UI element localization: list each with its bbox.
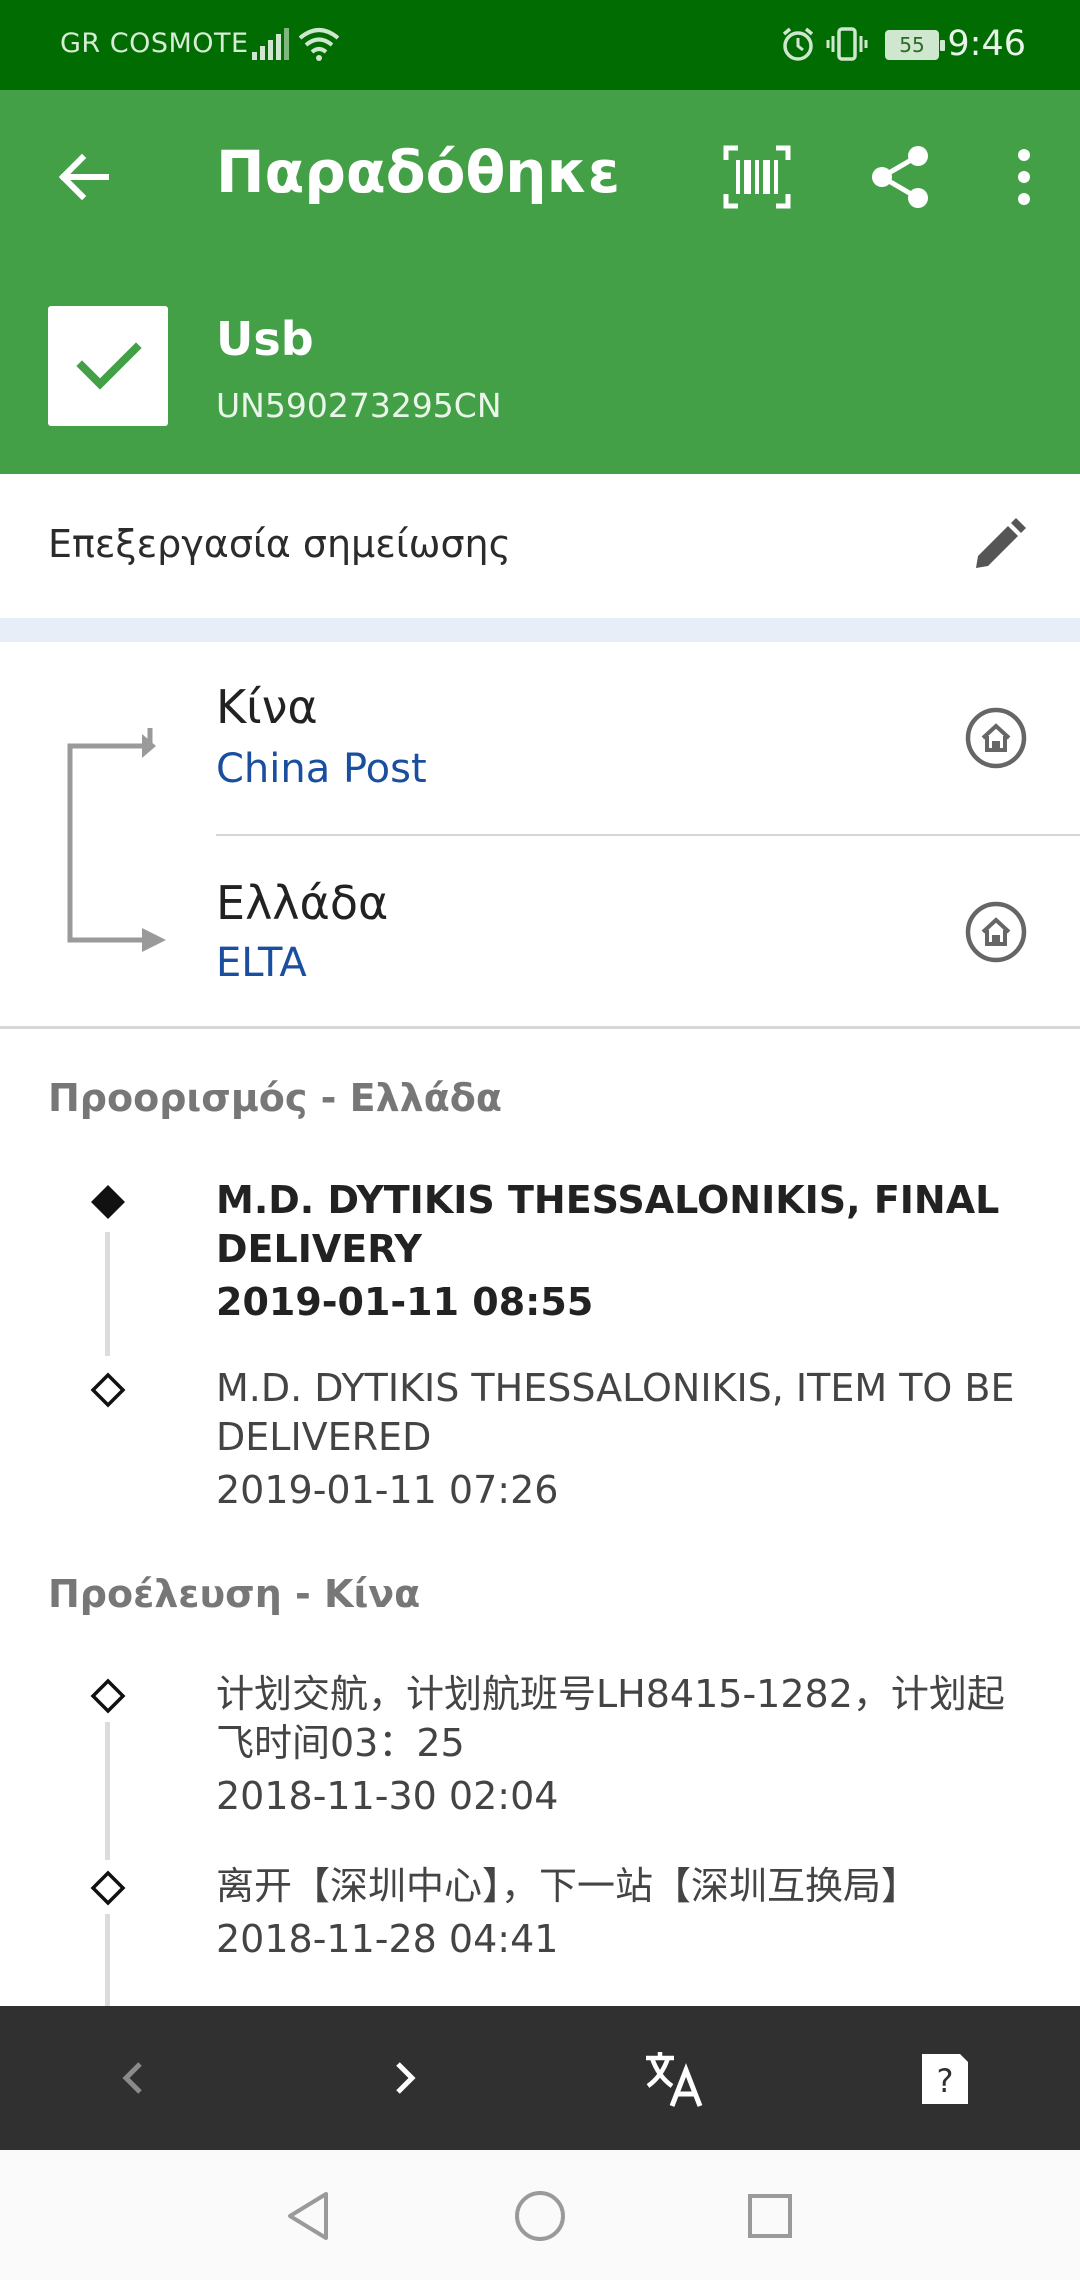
- timeline-line: [105, 1914, 110, 2006]
- vibrate-icon: [826, 27, 868, 61]
- alarm-icon: [782, 27, 814, 61]
- timeline-line: [105, 1232, 110, 1356]
- event-time: 2019-01-11 07:26: [216, 1468, 559, 1512]
- route-divider: [216, 834, 1080, 836]
- event-description: M.D. DYTIKIS THESSALONIKIS, FINAL DELIVE…: [216, 1178, 1000, 1271]
- status-bar: GR COSMOTE 55 9:46: [0, 0, 1080, 90]
- app-bar: Παραδόθηκε Usb UN590273295CN: [0, 90, 1080, 474]
- timeline-filled-diamond-icon: [91, 1185, 125, 1219]
- clock: 9:46: [947, 24, 1026, 64]
- section-divider: [0, 618, 1080, 642]
- translate-icon[interactable]: [642, 2046, 706, 2110]
- pencil-icon[interactable]: [966, 514, 1030, 578]
- tracking-event: 离开【深圳中心】，下一站【深圳互换局】 2018-11-28 04:41: [216, 1862, 1036, 1967]
- event-time: 2018-11-30 02:04: [216, 1774, 559, 1818]
- svg-text:?: ?: [937, 2062, 954, 2100]
- next-icon[interactable]: [372, 2046, 436, 2110]
- bottom-toolbar: ?: [0, 2006, 1080, 2150]
- nav-recents-icon[interactable]: [740, 2186, 800, 2246]
- destination-section-title: Προορισμός - Ελλάδα: [48, 1076, 503, 1120]
- event-description: 离开【深圳中心】，下一站【深圳互换局】: [216, 1864, 920, 1908]
- nav-back-icon[interactable]: [278, 2186, 338, 2246]
- origin-country: Κίνα: [216, 680, 318, 734]
- more-vert-icon[interactable]: [1004, 142, 1044, 212]
- destination-country: Ελλάδα: [216, 876, 389, 930]
- carrier-name: GR COSMOTE: [60, 28, 249, 59]
- nav-home-icon[interactable]: [510, 2186, 570, 2246]
- share-icon[interactable]: [866, 142, 936, 212]
- item-name: Usb: [216, 312, 314, 366]
- barcode-icon[interactable]: [722, 142, 792, 212]
- event-description: 计划交航，计划航班号LH8415-1282，计划起飞时间03：25: [216, 1672, 1005, 1765]
- timeline-diamond-icon: [90, 1870, 126, 1906]
- timeline-diamond-icon: [90, 1678, 126, 1714]
- wifi-icon: [298, 28, 340, 61]
- route-card: Κίνα China Post Ελλάδα ELTA: [0, 642, 1080, 1026]
- previous-icon[interactable]: [102, 2046, 166, 2110]
- edit-note-row[interactable]: Επεξεργασία σημείωσης: [0, 474, 1080, 618]
- back-arrow-icon[interactable]: [50, 142, 120, 212]
- page-title: Παραδόθηκε: [216, 138, 621, 206]
- edit-note-label: Επεξεργασία σημείωσης: [48, 522, 511, 566]
- route-separator: [0, 1026, 1080, 1029]
- tracking-event: M.D. DYTIKIS THESSALONIKIS, FINAL DELIVE…: [216, 1176, 1036, 1330]
- delivered-status-badge: [48, 306, 168, 426]
- event-time: 2018-11-28 04:41: [216, 1917, 559, 1961]
- help-card-icon[interactable]: ?: [912, 2046, 976, 2110]
- event-description: M.D. DYTIKIS THESSALONIKIS, ITEM TO BE D…: [216, 1366, 1015, 1459]
- cell-signal-icon: [252, 28, 289, 60]
- timeline-line: [105, 1722, 110, 1860]
- system-nav-bar: [0, 2150, 1080, 2280]
- destination-home-icon[interactable]: [964, 900, 1028, 964]
- battery-indicator: 55: [885, 30, 945, 60]
- tracking-number: UN590273295CN: [216, 386, 502, 425]
- timeline-diamond-icon: [90, 1372, 126, 1408]
- event-time: 2019-01-11 08:55: [216, 1280, 594, 1324]
- tracking-event: 计划交航，计划航班号LH8415-1282，计划起飞时间03：25 2018-1…: [216, 1670, 1036, 1824]
- route-bracket-icon: [67, 728, 166, 952]
- tracking-event: M.D. DYTIKIS THESSALONIKIS, ITEM TO BE D…: [216, 1364, 1036, 1518]
- origin-carrier-link[interactable]: China Post: [216, 746, 427, 792]
- origin-home-icon[interactable]: [964, 706, 1028, 770]
- check-icon: [76, 342, 142, 390]
- destination-carrier-link[interactable]: ELTA: [216, 940, 307, 986]
- origin-section-title: Προέλευση - Κίνα: [48, 1572, 421, 1616]
